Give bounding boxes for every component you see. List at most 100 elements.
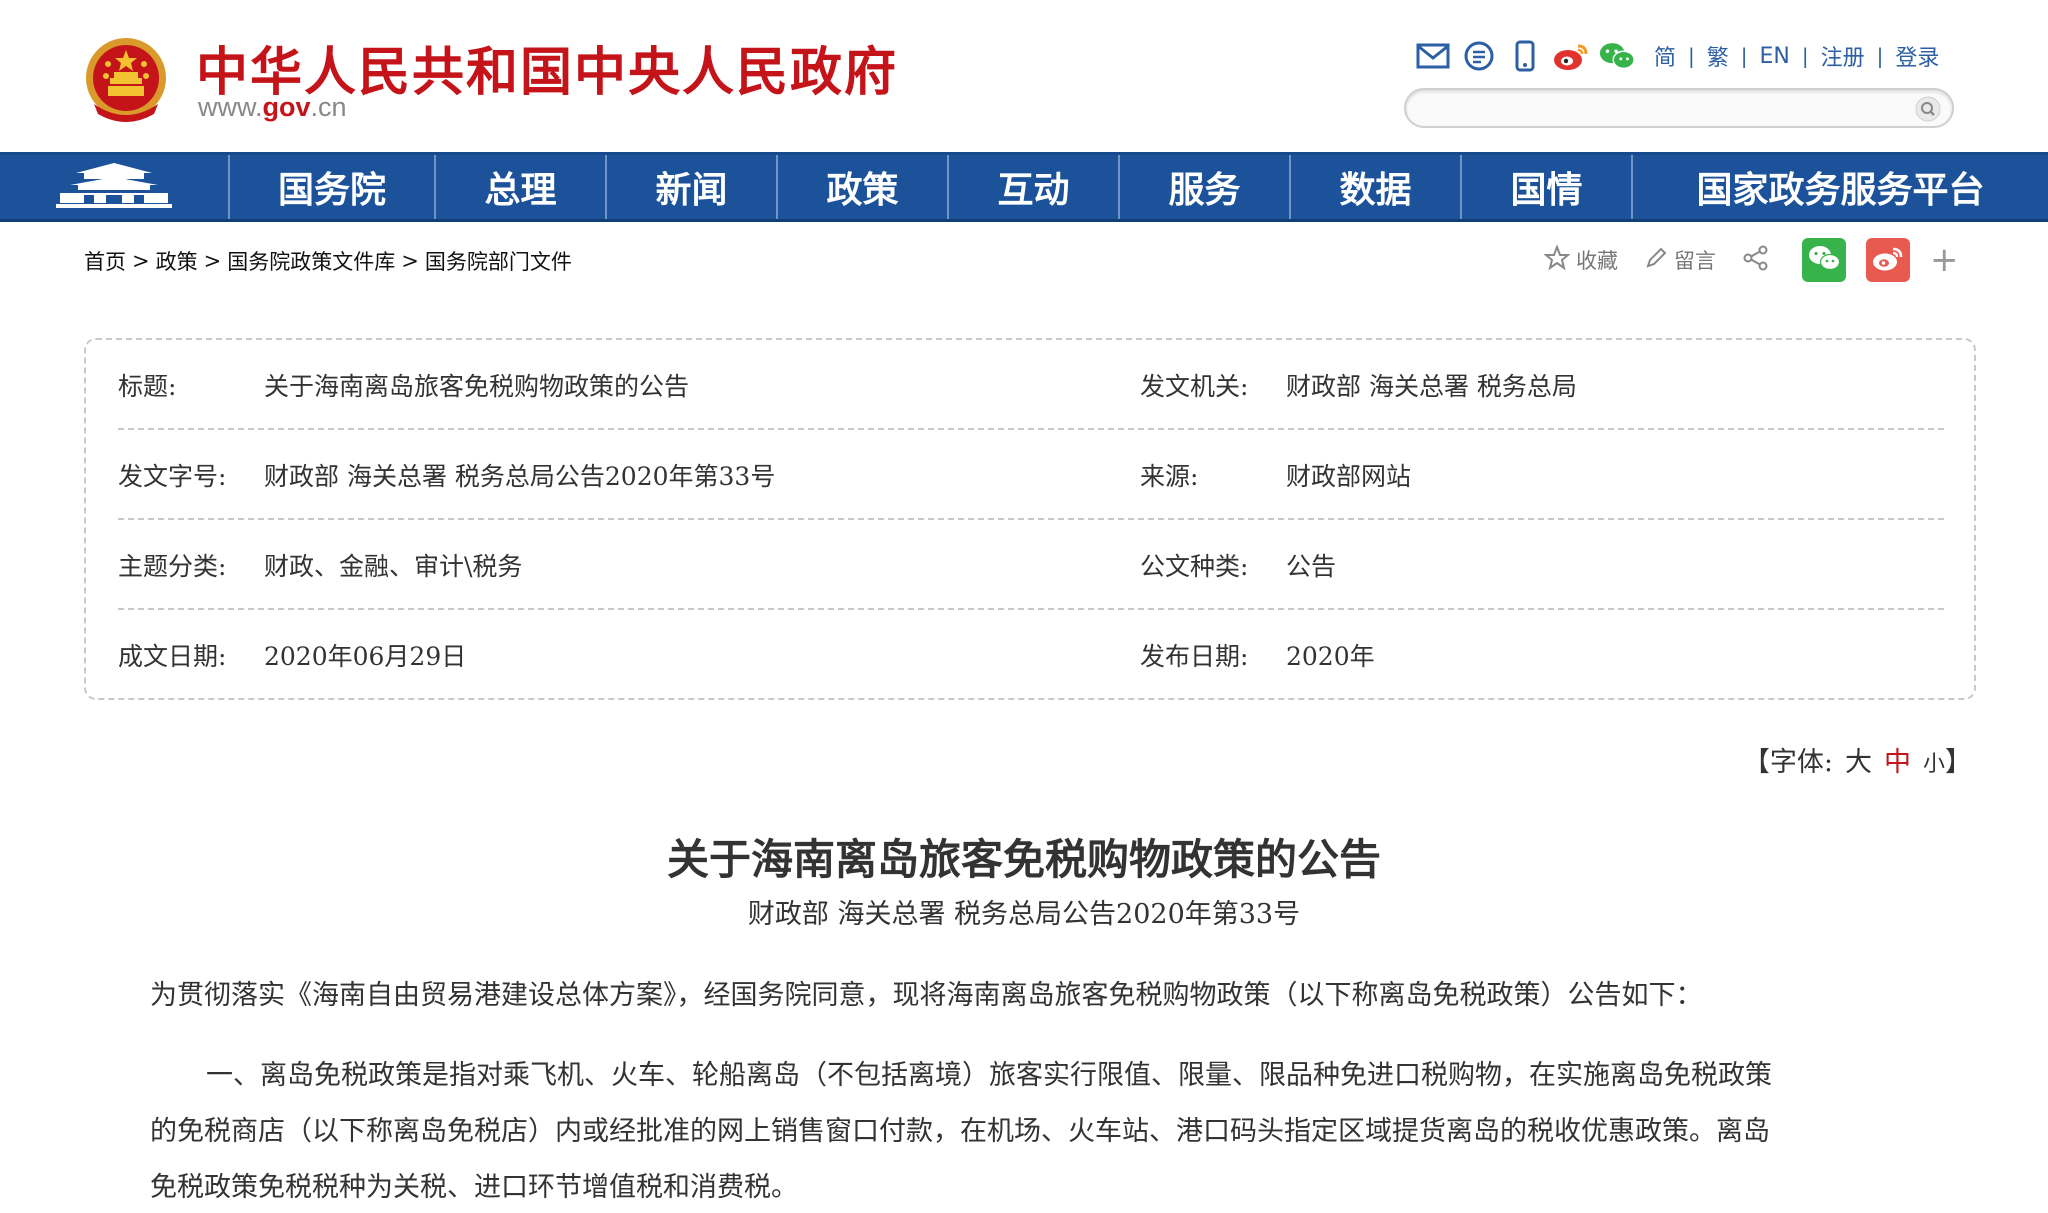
breadcrumb-separator: > — [203, 249, 222, 273]
separator: | — [1740, 44, 1748, 68]
nav-item-services[interactable]: 服务 — [1120, 155, 1291, 219]
site-url[interactable]: www.gov.cn — [198, 92, 347, 123]
separator: | — [1801, 44, 1809, 68]
info-cell-category: 主题分类: 财政、金融、审计\税务 — [118, 520, 522, 610]
tiananmen-icon — [56, 161, 172, 213]
favorite-button[interactable]: 收藏 — [1543, 243, 1618, 276]
info-cell-written-date: 成文日期: 2020年06月29日 — [118, 610, 466, 700]
document-info-table: 标题: 关于海南离岛旅客免税购物政策的公告 发文机关: 财政部 海关总署 税务总… — [84, 338, 1976, 700]
message-icon[interactable] — [1460, 39, 1498, 73]
url-domain: gov — [262, 92, 311, 122]
info-cell-doc-type: 公文种类: 公告 — [1140, 520, 1336, 610]
language-links: 简 | 繁 | EN | 注册 | 登录 — [1654, 40, 1939, 72]
breadcrumb-department-docs[interactable]: 国务院部门文件 — [425, 246, 572, 276]
article-paragraph-line: 一、离岛免税政策是指对乘飞机、火车、轮船离岛（不包括离境）旅客实行限值、限量、限… — [206, 1060, 1772, 1091]
share-icon — [1742, 244, 1776, 277]
article-intro: 为贯彻落实《海南自由贸易港建设总体方案》，经国务院同意，现将海南离岛旅客免税购物… — [150, 980, 1703, 1011]
info-cell-publish-date: 发布日期: 2020年 — [1140, 610, 1375, 700]
breadcrumb-separator: > — [401, 249, 419, 273]
nav-item-interaction[interactable]: 互动 — [949, 155, 1120, 219]
main-nav: 国务院 总理 新闻 政策 互动 服务 数据 国情 国家政务服务平台 — [0, 152, 2048, 222]
nav-item-state-council[interactable]: 国务院 — [230, 155, 436, 219]
login-link[interactable]: 登录 — [1895, 40, 1939, 72]
info-value: 财政部 海关总署 税务总局公告2020年第33号 — [264, 462, 776, 491]
article-paragraph-line: 的免税商店（以下称离岛免税店）内或经批准的网上销售窗口付款，在机场、火车站、港口… — [150, 1116, 1770, 1147]
header-toolbar: 简 | 繁 | EN | 注册 | 登录 — [1414, 36, 1939, 76]
national-emblem-icon[interactable] — [84, 34, 168, 126]
info-label-part: 标 — [118, 372, 144, 401]
lang-simplified-link[interactable]: 简 — [1654, 40, 1676, 72]
font-size-suffix: 】 — [1945, 747, 1972, 778]
comment-button[interactable]: 留言 — [1644, 245, 1716, 275]
site-header: 中华人民共和国中央人民政府 www.gov.cn 简 | 繁 | EN | 注册… — [0, 0, 2048, 152]
nav-item-premier[interactable]: 总理 — [436, 155, 607, 219]
search-icon[interactable] — [1914, 95, 1942, 123]
nav-item-data[interactable]: 数据 — [1291, 155, 1462, 219]
search-box — [1404, 88, 1954, 128]
info-value: 公告 — [1286, 552, 1337, 581]
share-weibo-button[interactable] — [1866, 238, 1910, 282]
lang-traditional-link[interactable]: 繁 — [1707, 40, 1729, 72]
article-paragraph-line: 免税政策免税税种为关税、进口环节增值税和消费税。 — [150, 1172, 798, 1203]
info-value: 财政部网站 — [1286, 462, 1412, 491]
nav-item-national-info[interactable]: 国情 — [1462, 155, 1633, 219]
info-label: 公文种类: — [1140, 552, 1249, 581]
info-value: 2020年 — [1286, 642, 1375, 671]
info-row: 主题分类: 财政、金融、审计\税务 公文种类: 公告 — [118, 520, 1944, 610]
wechat-icon[interactable] — [1598, 39, 1636, 73]
font-size-medium-button[interactable]: 中 — [1884, 740, 1911, 779]
info-cell-issuer: 发文机关: 财政部 海关总署 税务总局 — [1140, 340, 1577, 430]
nav-home-button[interactable] — [0, 155, 230, 219]
article-title: 关于海南离岛旅客免税购物政策的公告 — [666, 835, 1381, 884]
info-value: 财政、金融、审计\税务 — [264, 552, 523, 581]
font-size-control: 【字体: 大 中 小 】 — [1743, 740, 1972, 779]
info-value: 财政部 海关总署 税务总局 — [1286, 372, 1577, 401]
info-cell-title: 标题: 关于海南离岛旅客免税购物政策的公告 — [118, 340, 689, 430]
more-share-button[interactable]: + — [1930, 243, 1959, 277]
nav-item-policy[interactable]: 政策 — [778, 155, 949, 219]
font-size-small-button[interactable]: 小 — [1923, 746, 1945, 778]
comment-label: 留言 — [1674, 249, 1716, 273]
breadcrumb-home[interactable]: 首页 — [84, 246, 126, 276]
url-suffix: .cn — [310, 92, 347, 122]
mobile-icon[interactable] — [1506, 39, 1544, 73]
nav-item-news[interactable]: 新闻 — [607, 155, 778, 219]
info-label: 发文字号: — [118, 462, 227, 491]
star-icon — [1543, 243, 1576, 276]
info-label-part: 来 — [1140, 462, 1166, 491]
info-cell-source: 来源: 财政部网站 — [1140, 430, 1411, 520]
info-cell-doc-number: 发文字号: 财政部 海关总署 税务总局公告2020年第33号 — [118, 430, 775, 520]
nav-item-service-platform[interactable]: 国家政务服务平台 — [1633, 155, 2048, 219]
breadcrumb-policy-library[interactable]: 国务院政策文件库 — [227, 246, 395, 276]
info-label: 发文机关: — [1140, 372, 1249, 401]
share-wechat-button[interactable] — [1802, 238, 1846, 282]
page: 中华人民共和国中央人民政府 www.gov.cn 简 | 繁 | EN | 注册… — [0, 0, 2048, 1213]
separator: | — [1876, 44, 1884, 68]
info-row: 标题: 关于海南离岛旅客免税购物政策的公告 发文机关: 财政部 海关总署 税务总… — [118, 340, 1944, 430]
weibo-icon — [1871, 244, 1905, 277]
register-link[interactable]: 注册 — [1821, 40, 1865, 72]
article-subtitle: 财政部 海关总署 税务总局公告2020年第33号 — [747, 899, 1301, 930]
info-label: 发布日期: — [1140, 642, 1249, 671]
url-prefix: www. — [198, 92, 263, 122]
info-value: 2020年06月29日 — [264, 642, 467, 671]
info-row: 发文字号: 财政部 海关总署 税务总局公告2020年第33号 来源: 财政部网站 — [118, 430, 1944, 520]
breadcrumb: 首页 > 政策 > 国务院政策文件库 > 国务院部门文件 — [84, 246, 572, 276]
separator: | — [1688, 44, 1695, 68]
lang-english-link[interactable]: EN — [1760, 44, 1790, 69]
font-size-large-button[interactable]: 大 — [1845, 740, 1872, 779]
article-body: 为贯彻落实《海南自由贸易港建设总体方案》，经国务院同意，现将海南离岛旅客免税购物… — [150, 968, 1920, 1213]
favorite-label: 收藏 — [1576, 249, 1618, 273]
breadcrumb-policy[interactable]: 政策 — [156, 246, 198, 276]
mail-icon[interactable] — [1414, 39, 1452, 73]
breadcrumb-separator: > — [132, 249, 150, 273]
wechat-icon — [1807, 244, 1841, 277]
pencil-icon — [1644, 246, 1674, 275]
weibo-icon[interactable] — [1552, 39, 1590, 73]
info-label: 成文日期: — [118, 642, 227, 671]
share-button[interactable] — [1742, 244, 1776, 277]
info-label: 标题: — [118, 367, 230, 403]
search-input[interactable] — [1422, 94, 1892, 122]
info-label-part: 题: — [143, 372, 177, 401]
font-size-prefix: 【字体: — [1742, 747, 1833, 778]
